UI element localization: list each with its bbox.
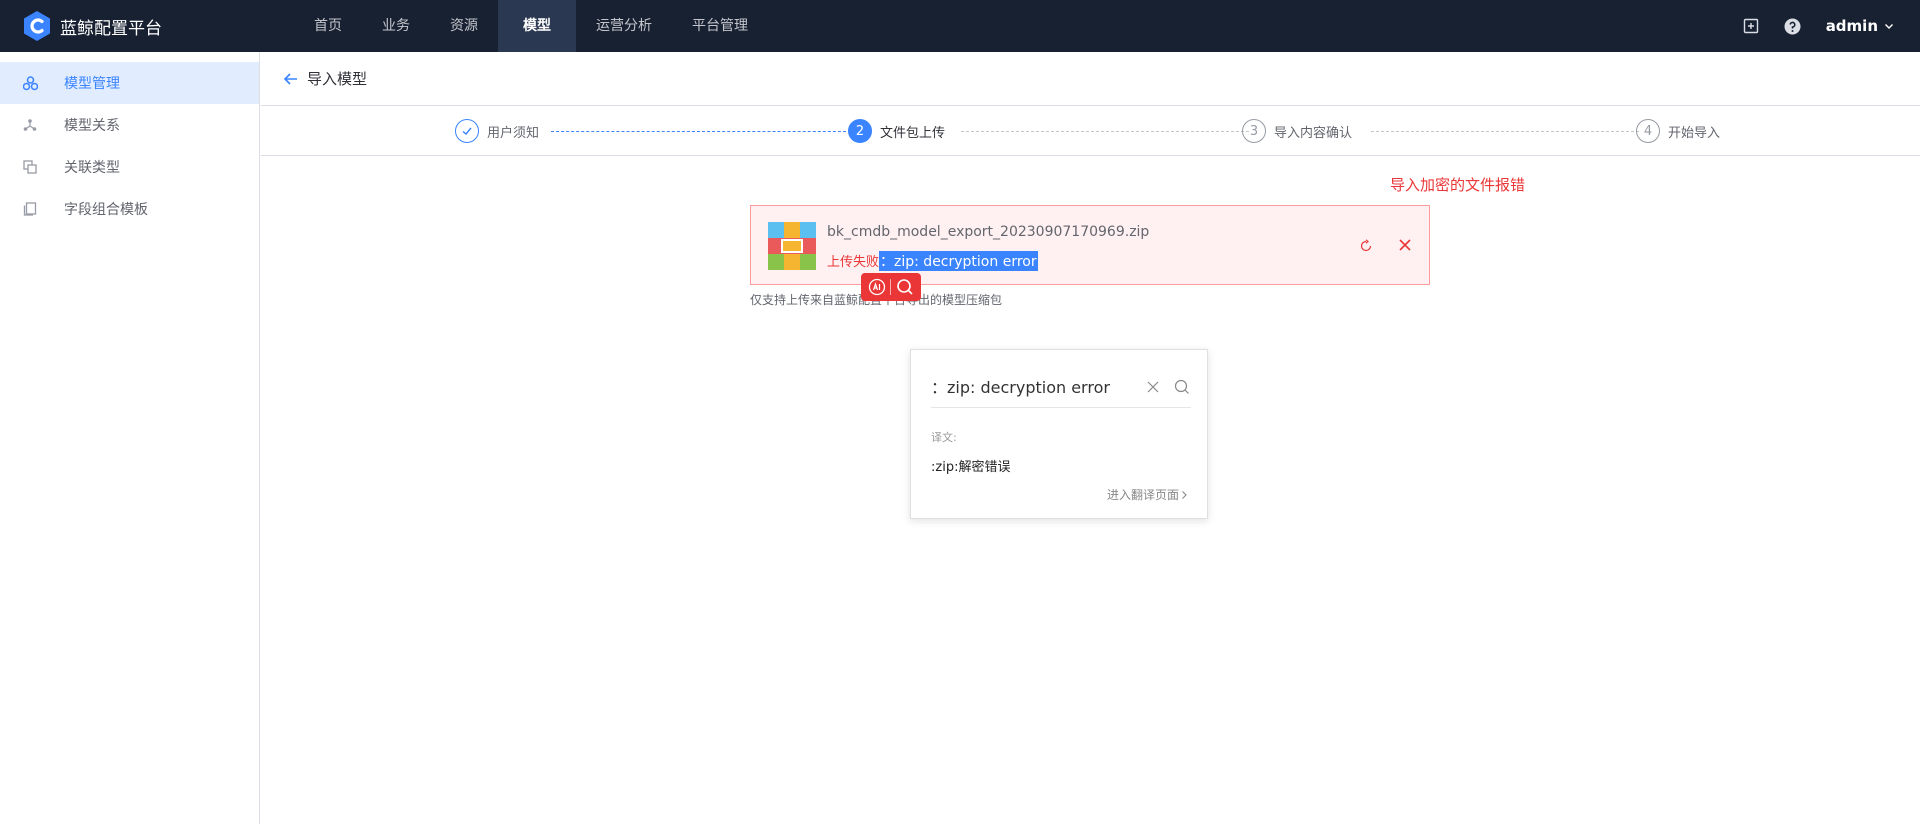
sidebar-item-label: 模型管理	[64, 76, 120, 92]
sidebar-item-label: 字段组合模板	[64, 202, 148, 218]
close-icon[interactable]	[1397, 237, 1413, 253]
brand-logo-icon	[24, 11, 50, 41]
nav-operation-analysis[interactable]: 运营分析	[576, 0, 672, 52]
help-icon[interactable]	[1784, 17, 1802, 35]
step-4[interactable]: 4 开始导入	[1636, 118, 1720, 144]
chevron-down-icon	[1885, 24, 1893, 29]
association-type-icon	[22, 159, 38, 175]
page-title: 导入模型	[307, 70, 368, 88]
nav-model[interactable]: 模型	[498, 0, 576, 52]
chevron-right-icon	[1182, 490, 1187, 499]
translate-result: :zip:解密错误	[931, 460, 1011, 475]
nav-platform-management[interactable]: 平台管理	[672, 0, 768, 52]
sidebar-item-model-relation[interactable]: 模型关系	[0, 104, 259, 146]
file-name: bk_cmdb_model_export_20230907170969.zip	[827, 224, 1150, 240]
step-number: 4	[1636, 119, 1660, 143]
search-icon[interactable]	[895, 277, 915, 297]
step-label: 开始导入	[1668, 125, 1721, 141]
arrow-left-icon[interactable]	[283, 71, 299, 87]
sidebar: 模型管理 模型关系 关联类型 字段组合模板	[0, 52, 260, 824]
upload-fail-row: 上传失败 ：zip: decryption error	[827, 251, 1038, 271]
model-manage-icon	[22, 75, 38, 91]
step-1[interactable]: 用户须知	[455, 118, 539, 144]
check-icon	[455, 119, 479, 143]
username: admin	[1825, 17, 1878, 35]
step-number: 3	[1242, 119, 1266, 143]
toolbar-divider	[890, 279, 892, 295]
sidebar-item-label: 关联类型	[64, 160, 120, 176]
sidebar-item-model-manage[interactable]: 模型管理	[0, 62, 259, 104]
step-label: 导入内容确认	[1274, 125, 1353, 141]
import-steps: 用户须知 2 文件包上传 3 导入内容确认 4 开始导入	[261, 106, 1920, 156]
search-icon[interactable]	[1174, 379, 1190, 395]
page-header: 导入模型	[261, 52, 1920, 106]
zip-file-icon	[768, 222, 816, 270]
user-menu[interactable]: admin	[1826, 17, 1894, 35]
step-2[interactable]: 2 文件包上传	[848, 118, 945, 144]
nav-home[interactable]: 首页	[294, 0, 362, 52]
upload-file-card: bk_cmdb_model_export_20230907170969.zip …	[750, 205, 1430, 285]
divider	[931, 407, 1191, 408]
step-connector	[1371, 131, 1639, 132]
retry-icon[interactable]	[1359, 239, 1373, 253]
nav-resource[interactable]: 资源	[430, 0, 498, 52]
main-nav: 首页 业务 资源 模型 运营分析 平台管理	[294, 0, 768, 52]
translate-query: ：zip: decryption error	[931, 378, 1110, 397]
selection-toolbar	[861, 273, 921, 301]
brand-name: 蓝鲸配置平台	[60, 18, 162, 39]
field-template-icon	[22, 201, 38, 217]
open-translate-page-link[interactable]: 进入翻译页面	[1107, 486, 1189, 503]
step-label: 文件包上传	[880, 125, 946, 141]
fail-label: 上传失败	[827, 255, 880, 270]
fail-message-selected[interactable]: ：zip: decryption error	[879, 251, 1038, 271]
sidebar-item-label: 模型关系	[64, 118, 120, 134]
step-connector	[961, 131, 1249, 132]
step-number: 2	[848, 119, 872, 143]
translate-popup: ：zip: decryption error 译文: :zip:解密错误 进入翻…	[910, 349, 1208, 519]
nav-business[interactable]: 业务	[362, 0, 430, 52]
brand[interactable]: 蓝鲸配置平台	[22, 8, 162, 44]
translate-label: 译文:	[931, 431, 957, 444]
annotation-text: 导入加密的文件报错	[1390, 176, 1526, 194]
notice-icon[interactable]	[1742, 17, 1760, 35]
sidebar-item-association-type[interactable]: 关联类型	[0, 146, 259, 188]
top-right-tools: admin	[1742, 0, 1920, 52]
model-relation-icon	[22, 117, 38, 133]
top-navbar: 蓝鲸配置平台 首页 业务 资源 模型 运营分析 平台管理 admin	[0, 0, 1920, 52]
step-3[interactable]: 3 导入内容确认	[1242, 118, 1352, 144]
link-label: 进入翻译页面	[1106, 488, 1179, 502]
step-connector	[551, 131, 851, 132]
step-label: 用户须知	[487, 125, 540, 141]
ai-icon[interactable]	[867, 277, 887, 297]
sidebar-item-field-template[interactable]: 字段组合模板	[0, 188, 259, 230]
close-icon[interactable]	[1146, 380, 1160, 394]
